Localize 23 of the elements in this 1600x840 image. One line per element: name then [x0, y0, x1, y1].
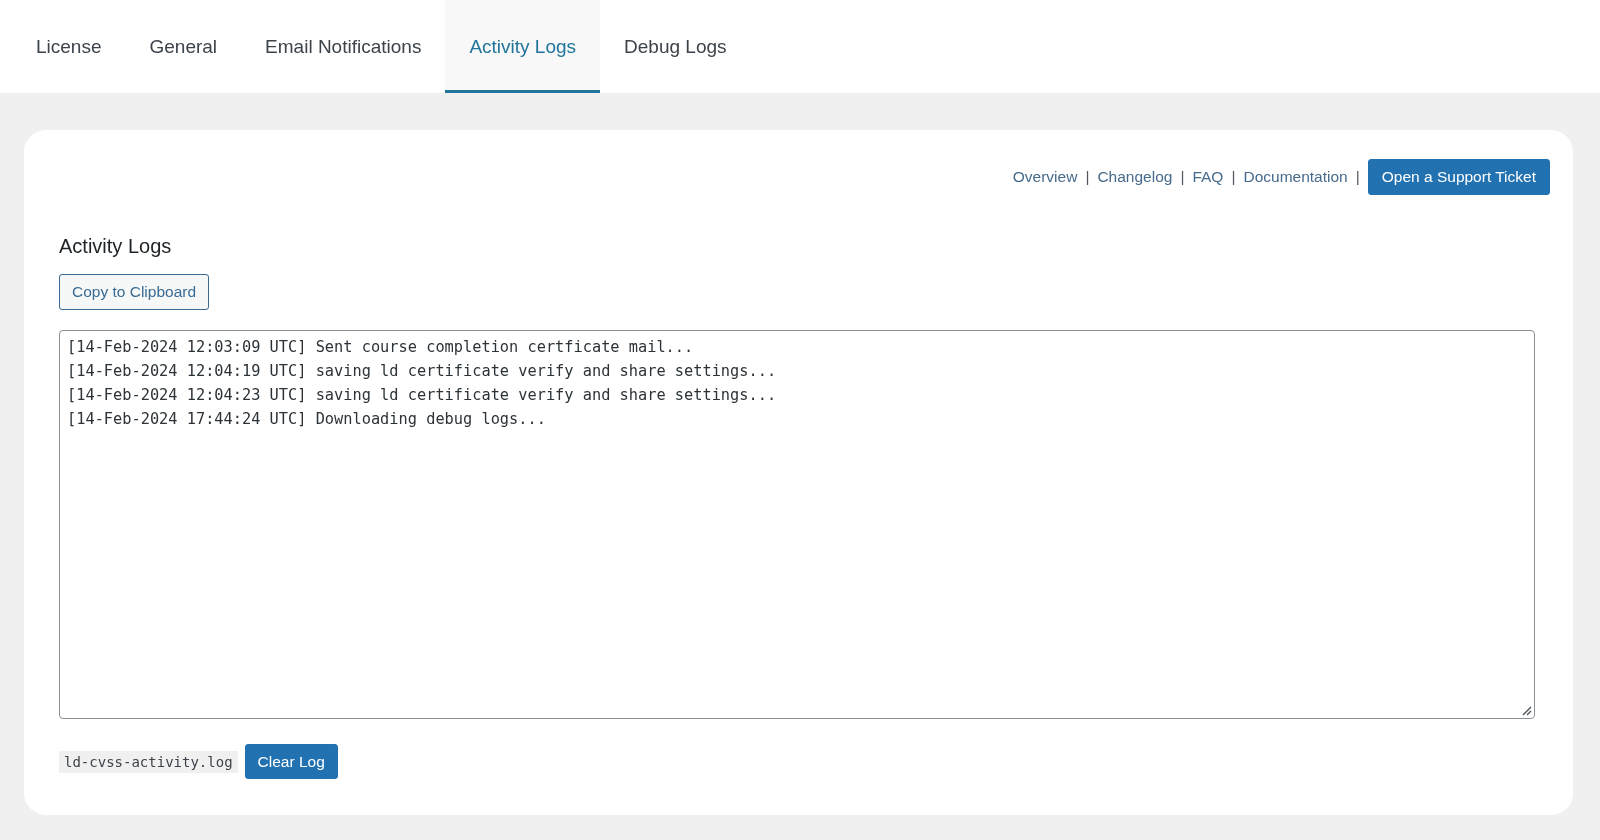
- tab[interactable]: Email Notifications: [241, 0, 446, 93]
- log-line: [14-Feb-2024 12:03:09 UTC] Sent course completion certficate mail...: [67, 337, 694, 358]
- resize-grip-icon[interactable]: [1522, 706, 1532, 716]
- link-separator: |: [1085, 168, 1090, 186]
- link-separator: |: [1231, 168, 1236, 186]
- help-link[interactable]: Documentation: [1243, 168, 1348, 186]
- clear-log-button[interactable]: Clear Log: [244, 744, 338, 779]
- link-separator: |: [1180, 168, 1185, 186]
- tab[interactable]: License: [12, 0, 126, 93]
- copy-to-clipboard-button[interactable]: Copy to Clipboard: [59, 274, 210, 310]
- tab[interactable]: General: [125, 0, 242, 93]
- tab[interactable]: Debug Logs: [600, 0, 751, 93]
- log-file-name: ld-cvss-activity.log: [59, 750, 238, 773]
- support-ticket-button[interactable]: Open a Support Ticket: [1367, 159, 1550, 195]
- log-line: [14-Feb-2024 12:04:23 UTC] saving ld certificate verify and share settings...: [67, 385, 777, 406]
- help-link[interactable]: FAQ: [1192, 168, 1224, 186]
- log-line: [14-Feb-2024 17:44:24 UTC] Downloading debug logs...: [67, 409, 546, 430]
- link-separator: |: [1355, 168, 1360, 186]
- log-line: [14-Feb-2024 12:04:19 UTC] saving ld certificate verify and share settings...: [67, 361, 777, 382]
- help-link[interactable]: Changelog: [1097, 168, 1173, 186]
- tab[interactable]: Activity Logs: [445, 0, 601, 93]
- help-link[interactable]: Overview: [1012, 168, 1078, 186]
- section-title: Activity Logs: [59, 234, 172, 259]
